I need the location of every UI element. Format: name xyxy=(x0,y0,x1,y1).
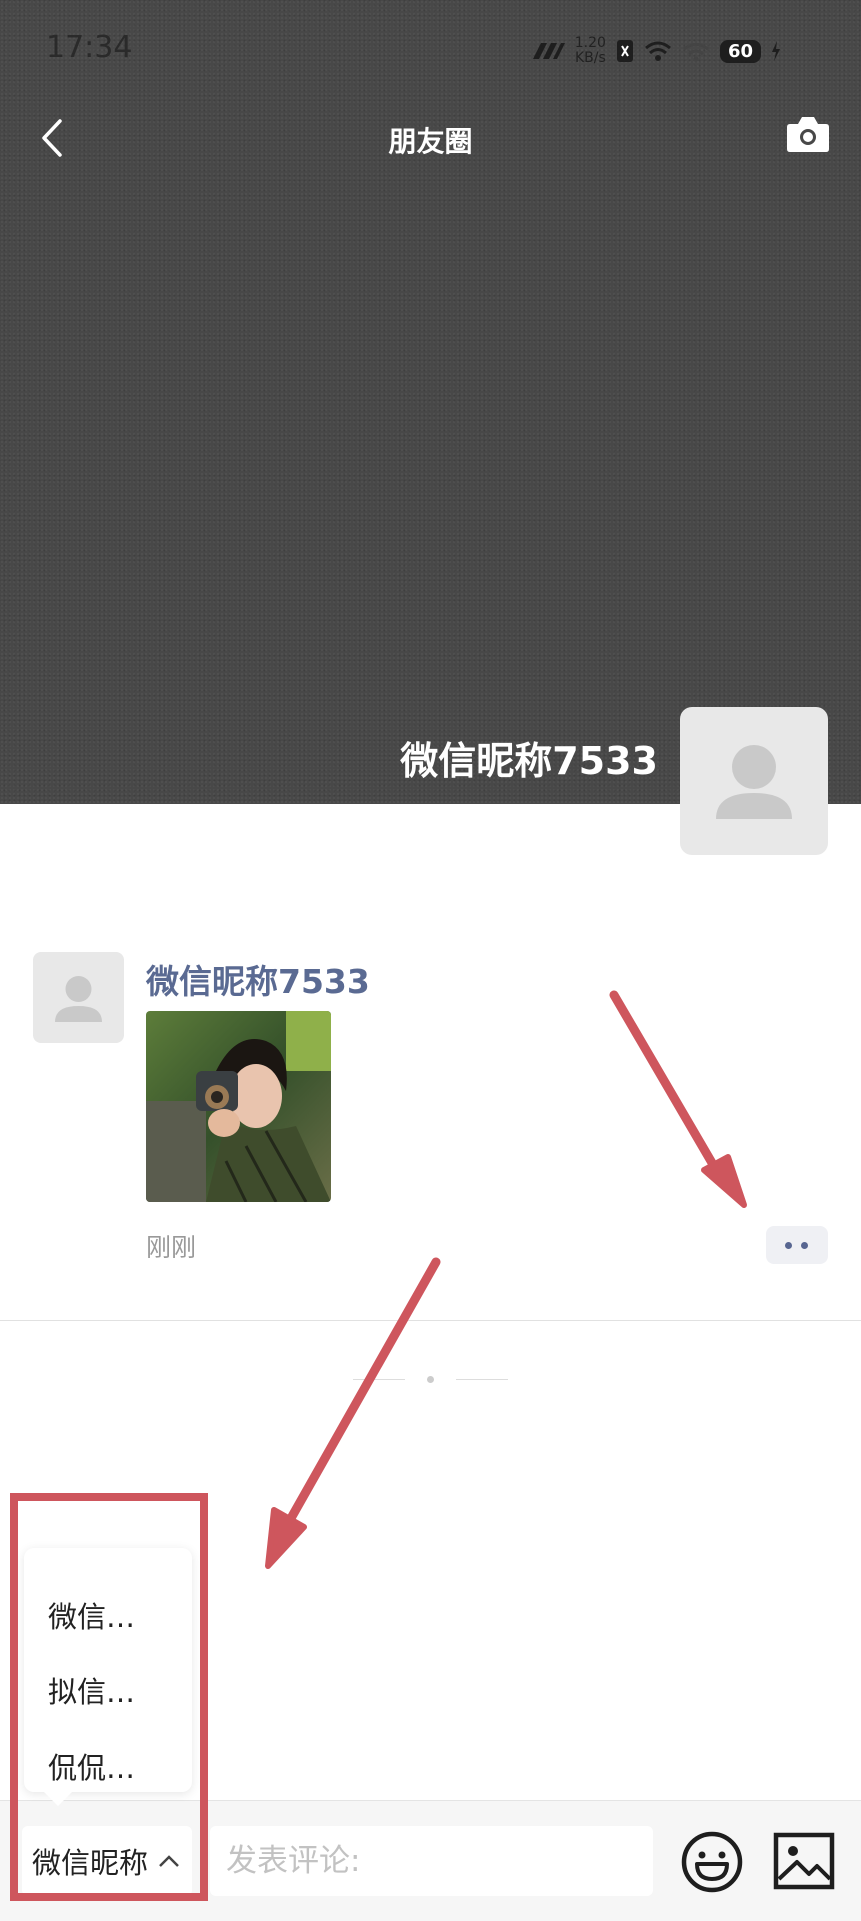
page-title: 朋友圈 xyxy=(388,125,473,158)
battery-level: 60 xyxy=(719,39,761,63)
identity-selector[interactable]: 微信昵称 xyxy=(22,1826,192,1896)
identity-option[interactable]: 微信… xyxy=(48,1594,135,1636)
more-actions-button[interactable] xyxy=(766,1226,828,1264)
emoji-icon xyxy=(681,1831,743,1893)
mobile-signal-icon xyxy=(644,41,671,61)
camera-icon xyxy=(787,117,829,152)
profile-avatar[interactable] xyxy=(680,707,828,855)
end-of-feed-marker xyxy=(353,1372,508,1386)
identity-option[interactable]: 侃侃… xyxy=(48,1745,135,1787)
post-image[interactable] xyxy=(146,1011,331,1202)
more-dots-icon xyxy=(801,1242,808,1249)
status-icons: 1.20 KB/s 60 xyxy=(529,36,781,66)
status-time: 17:34 xyxy=(46,30,133,65)
post-time: 刚刚 xyxy=(146,1233,197,1262)
image-icon xyxy=(773,1832,835,1890)
net-speed: 1.20 KB/s xyxy=(574,35,606,66)
identity-label: 微信昵称 xyxy=(32,1846,149,1880)
comment-input[interactable] xyxy=(210,1826,653,1896)
chevron-up-icon xyxy=(159,1855,179,1867)
image-button[interactable] xyxy=(773,1832,835,1890)
identity-dropdown-menu: 微信… 拟信… 侃侃… xyxy=(24,1548,192,1806)
default-avatar-icon xyxy=(55,976,102,1022)
divider xyxy=(0,1320,861,1321)
identity-option[interactable]: 拟信… xyxy=(48,1669,135,1711)
nfc-icon xyxy=(616,40,633,62)
charging-icon xyxy=(772,41,780,61)
camera-button[interactable] xyxy=(786,115,830,153)
wifi-icon xyxy=(683,43,709,62)
profile-name: 微信昵称7533 xyxy=(400,739,658,783)
signal-hd-icon xyxy=(532,43,565,59)
post-author-avatar[interactable] xyxy=(33,952,124,1043)
emoji-button[interactable] xyxy=(680,1830,744,1894)
more-dots-icon xyxy=(785,1242,792,1249)
default-avatar-icon xyxy=(716,745,792,819)
post-author-name[interactable]: 微信昵称7533 xyxy=(146,955,370,1003)
